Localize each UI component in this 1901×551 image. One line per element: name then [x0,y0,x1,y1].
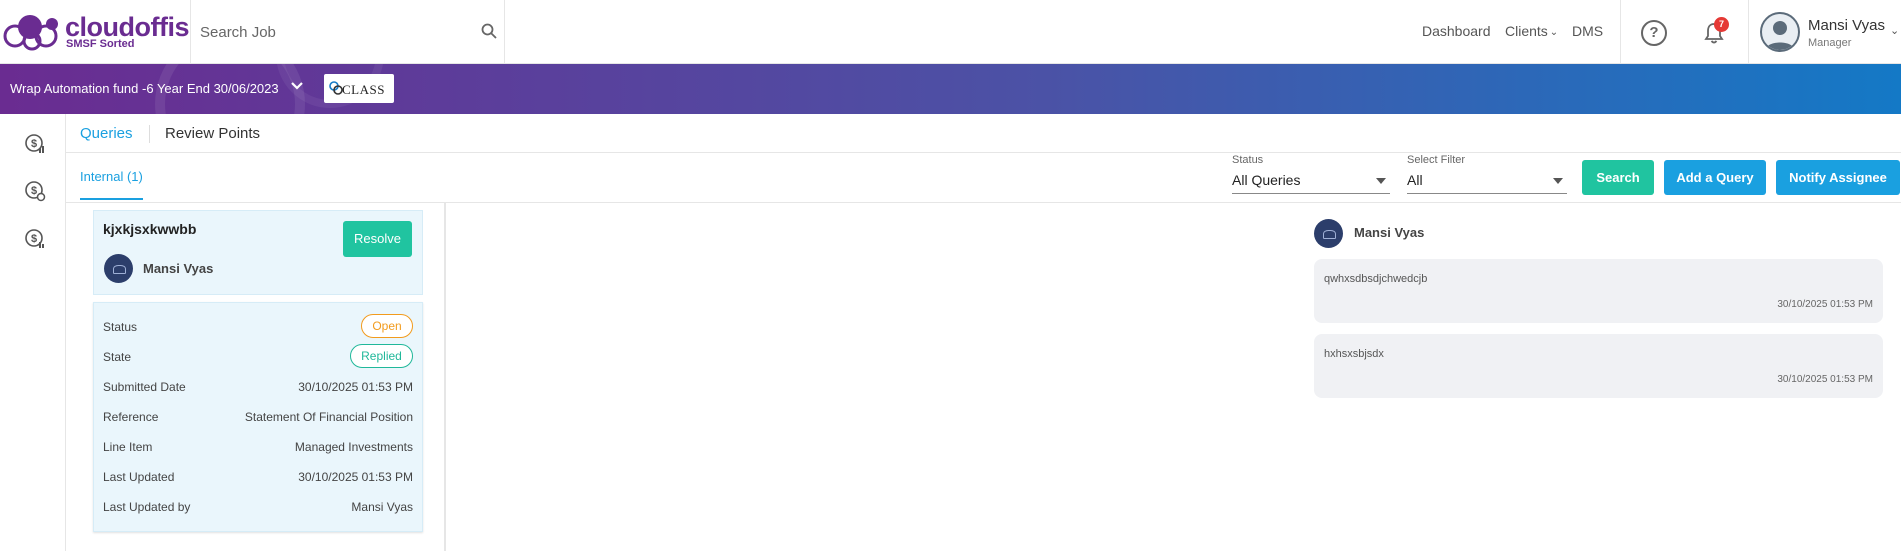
detail-label-status: Status [103,320,138,334]
user-name[interactable]: Mansi Vyas [1808,17,1885,34]
svg-text:$: $ [31,185,37,197]
select-filter-value: All [1407,172,1423,188]
message-bubble: qwhxsdbsdjchwedcjb 30/10/2025 01:53 PM [1314,259,1883,323]
user-role: Manager [1808,37,1852,49]
status-filter-value: All Queries [1232,172,1301,188]
notification-count-badge: 7 [1714,17,1729,32]
search-icon[interactable] [480,22,498,40]
select-filter-label: Select Filter [1407,154,1466,166]
cloud-logo-icon [3,15,58,51]
detail-label-line-item: Line Item [103,440,153,454]
tab-divider [149,125,150,143]
nav-clients-label: Clients [1505,23,1548,39]
detail-value-submitted-date: 30/10/2025 01:53 PM [298,380,413,394]
add-query-button[interactable]: Add a Query [1664,160,1766,195]
svg-text:$: $ [31,233,37,245]
search-job-input[interactable] [200,14,490,50]
message-timestamp: 30/10/2025 01:53 PM [1777,299,1873,310]
divider [1748,0,1749,64]
notify-assignee-button[interactable]: Notify Assignee [1776,160,1900,195]
caret-down-icon [1553,178,1563,184]
class-logo: CLASS [324,74,394,103]
panel-divider [445,202,446,551]
tabs-divider [66,152,1901,153]
user-avatar[interactable] [1760,12,1800,52]
fund-title[interactable]: Wrap Automation fund -6 Year End 30/06/2… [10,81,279,96]
class-logo-text: CLASS [342,82,385,97]
divider [1620,0,1621,64]
subtab-internal[interactable]: Internal (1) [80,169,143,184]
tab-queries[interactable]: Queries [80,125,133,142]
detail-label-last-updated-by: Last Updated by [103,500,191,514]
dollar-chart-icon[interactable]: $ [24,133,46,155]
tab-review-points[interactable]: Review Points [165,125,260,142]
dollar-report-icon[interactable]: $ [24,228,46,250]
query-title: kjxkjsxkwwbb [103,221,197,237]
detail-value-line-item: Managed Investments [294,440,413,454]
status-filter-select[interactable]: All Queries [1232,168,1390,194]
detail-value-last-updated: 30/10/2025 01:53 PM [298,470,413,484]
subtab-active-indicator [80,198,143,200]
detail-label-last-updated: Last Updated [103,470,175,484]
detail-value-last-updated-by: Mansi Vyas [351,500,413,514]
search-button[interactable]: Search [1582,160,1654,195]
user-menu-chevron-icon[interactable]: ⌄ [1890,24,1899,37]
detail-label-state: State [103,350,132,364]
nav-dashboard[interactable]: Dashboard [1422,23,1491,39]
top-header: cloudoffis SMSF Sorted Dashboard Clients… [0,0,1901,64]
message-timestamp: 30/10/2025 01:53 PM [1777,374,1873,385]
divider [190,0,191,64]
fund-dropdown-chevron-icon[interactable] [289,78,305,94]
brand-tagline: SMSF Sorted [66,38,135,50]
conversation-user-avatar [1314,219,1343,248]
query-user-avatar [104,254,133,283]
detail-label-submitted-date: Submitted Date [103,380,186,394]
select-filter-select[interactable]: All [1407,168,1567,194]
resolve-button[interactable]: Resolve [343,221,412,257]
chevron-down-icon: ⌄ [1549,27,1559,38]
status-filter-label: Status [1232,154,1264,166]
left-sidebar: $ $ $ [0,114,66,551]
svg-text:$: $ [31,138,37,150]
caret-down-icon [1376,178,1386,184]
message-bubble: hxhsxsbjsdx 30/10/2025 01:53 PM [1314,334,1883,398]
divider [504,0,505,64]
brand-logo[interactable]: cloudoffis SMSF Sorted [2,10,190,54]
state-badge-replied: Replied [350,344,413,368]
dollar-settings-icon[interactable]: $ [24,180,46,202]
query-user-name: Mansi Vyas [143,261,214,276]
user-silhouette-icon [1766,21,1794,50]
nav-dms[interactable]: DMS [1572,23,1603,39]
fund-banner: Wrap Automation fund -6 Year End 30/06/2… [0,64,1901,114]
conversation-user-name: Mansi Vyas [1354,225,1425,240]
nav-clients[interactable]: Clients ⌄ [1505,23,1558,39]
message-text: qwhxsdbsdjchwedcjb [1324,273,1428,285]
detail-value-reference: Statement Of Financial Position [244,410,413,424]
message-text: hxhsxsbjsdx [1324,348,1384,360]
help-icon[interactable]: ? [1641,20,1667,46]
banner-decoration [155,64,384,114]
status-badge-open: Open [361,314,413,338]
detail-label-reference: Reference [103,410,159,424]
